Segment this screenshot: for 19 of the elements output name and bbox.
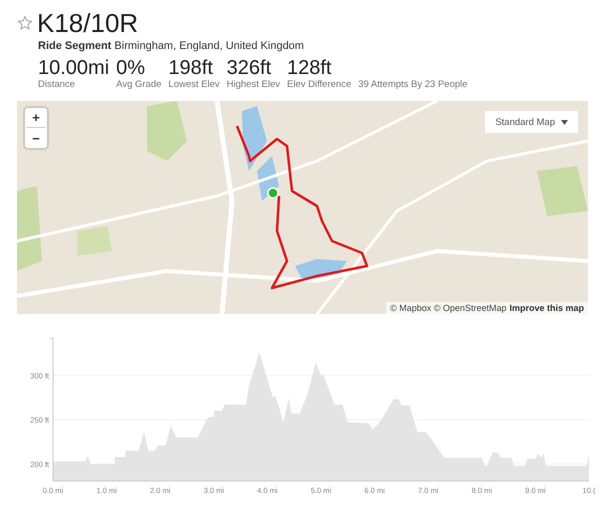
stat-label: Elev Difference [286, 79, 352, 90]
stat-value: 10.00mi [38, 58, 110, 79]
zoom-in-button[interactable]: + [25, 108, 47, 128]
segment-location: Ride Segment Birmingham, England, United Kingdom [37, 40, 305, 52]
stat-label: Avg Grade [116, 79, 162, 90]
stat-value: 0% [116, 58, 146, 79]
stat-value: 326ft [226, 58, 272, 79]
attribution-text: © Mapbox © OpenStreetMap [390, 303, 506, 313]
caret-icon [561, 120, 568, 124]
stat-value: 198ft [168, 58, 214, 79]
map-style-dropdown[interactable]: Standard Map [485, 111, 578, 133]
stat-label: Lowest Elev [168, 79, 220, 90]
improve-map-link[interactable]: Improve this map [509, 303, 584, 313]
stat-value: 128ft [286, 58, 332, 79]
stat-label: Highest Elev [226, 79, 280, 90]
star-icon[interactable] [17, 15, 33, 31]
stat-label: Distance [38, 79, 76, 90]
attempts-count: 39 Attempts By 23 People [358, 79, 468, 90]
segment-title: K18/10R [37, 8, 138, 38]
